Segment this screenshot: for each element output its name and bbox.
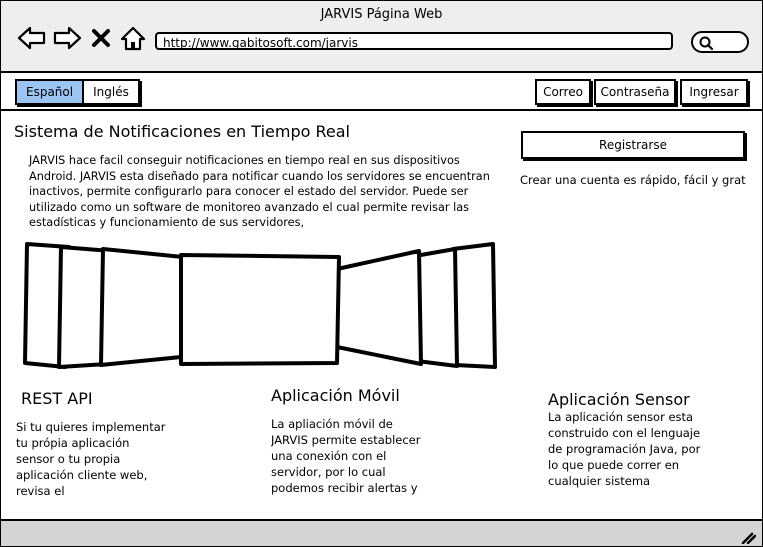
back-arrow-icon[interactable] — [17, 25, 47, 51]
carousel-slide-center — [179, 253, 341, 366]
section-title-sensor: Aplicación Sensor — [548, 390, 690, 409]
carousel-slide-right-1 — [335, 249, 423, 366]
search-field[interactable] — [691, 31, 749, 53]
browser-window: JARVIS Página Web http://www.gabitosoft.… — [0, 0, 763, 547]
tab-espanol[interactable]: Español — [17, 81, 85, 103]
section-text-sensor: La aplicación sensor esta construido con… — [548, 410, 701, 488]
section-title-movil: Aplicación Móvil — [271, 386, 400, 405]
email-field[interactable]: Correo — [535, 79, 591, 105]
status-bar — [1, 519, 762, 546]
search-icon — [699, 36, 713, 50]
register-button[interactable]: Registrarse — [521, 131, 745, 159]
carousel-slide-right-3 — [451, 242, 497, 369]
intro-paragraph: JARVIS hace facil conseguir notificacion… — [29, 154, 490, 229]
tab-ingles[interactable]: Inglés — [84, 81, 138, 103]
resize-grip-icon[interactable] — [740, 530, 756, 544]
section-title-rest-api: REST API — [21, 389, 93, 408]
password-field[interactable]: Contraseña — [594, 79, 676, 105]
section-text-rest-api: Si tu quieres implementar tu própia apli… — [16, 420, 166, 498]
top-toolbar: Español Inglés Correo Contraseña Ingresa… — [1, 73, 762, 111]
title-bar: JARVIS Página Web http://www.gabitosoft.… — [1, 1, 762, 73]
close-icon[interactable] — [89, 25, 113, 51]
carousel-slide-left-1 — [99, 247, 185, 367]
window-title: JARVIS Página Web — [320, 7, 443, 22]
home-icon[interactable] — [118, 25, 148, 51]
section-text-movil: La apliación móvil de JARVIS permite est… — [271, 417, 421, 499]
register-note: Crear una cuenta es rápido, fácil y grat… — [520, 173, 746, 187]
image-carousel[interactable] — [21, 239, 501, 374]
url-input[interactable]: http://www.gabitosoft.com/jarvis — [155, 32, 673, 50]
login-button[interactable]: Ingresar — [680, 79, 748, 105]
page-title: Sistema de Notificaciones en Tiempo Real — [14, 122, 350, 141]
forward-arrow-icon[interactable] — [52, 25, 82, 51]
language-toggle: Español Inglés — [15, 79, 140, 105]
